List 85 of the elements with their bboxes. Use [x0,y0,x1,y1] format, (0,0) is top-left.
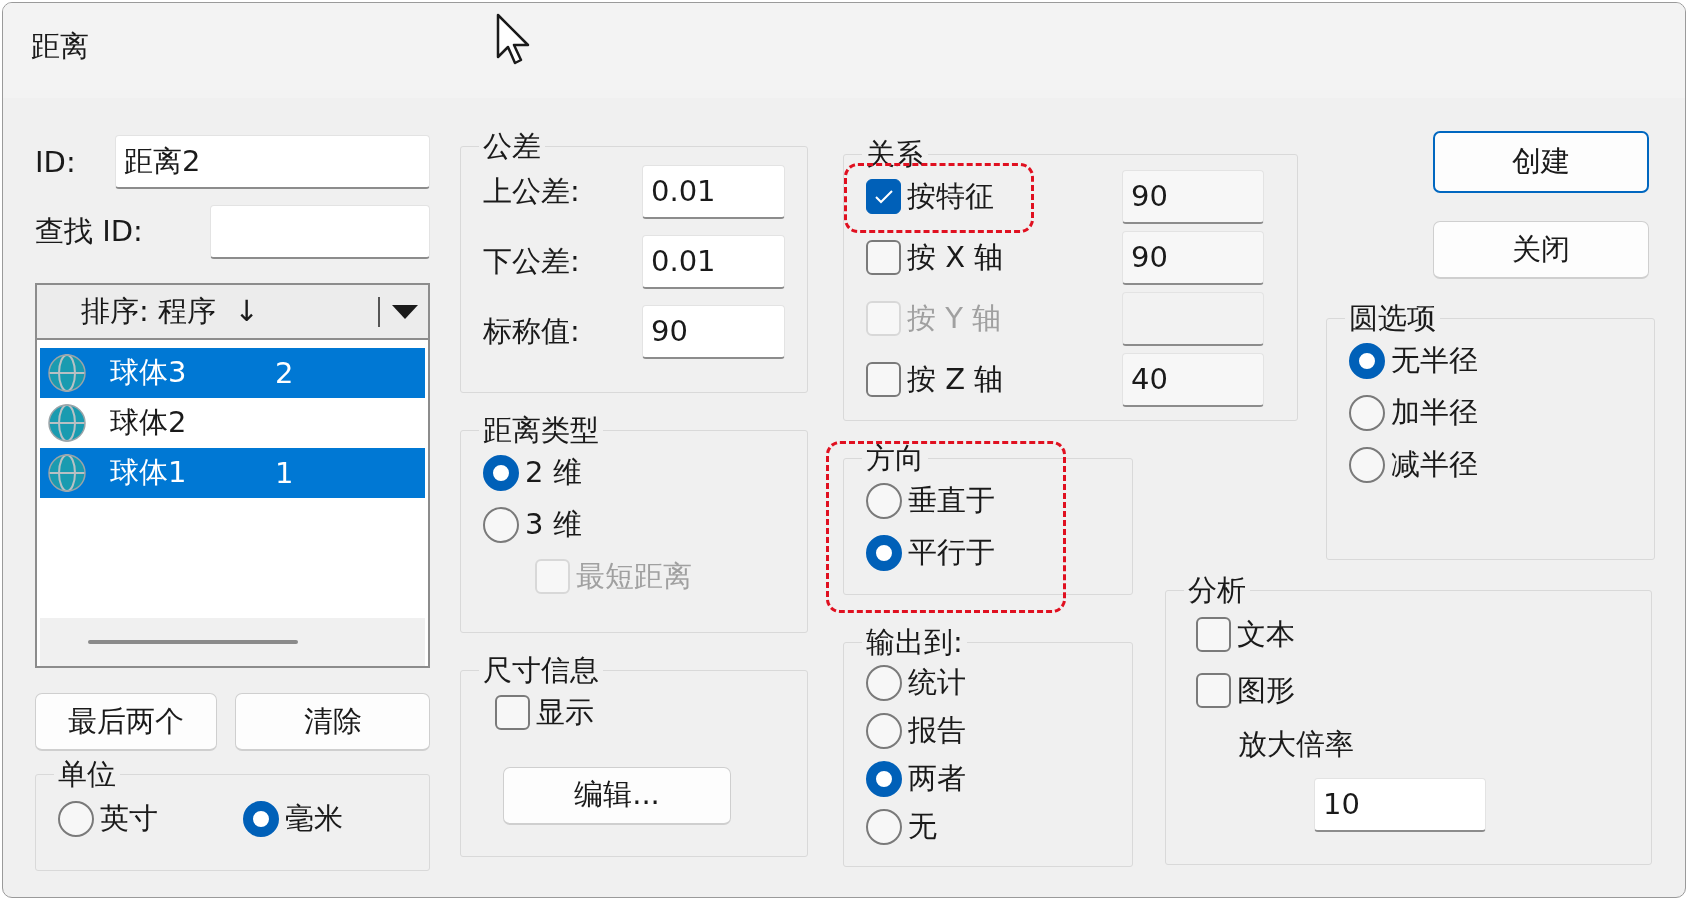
field-label: ID: [35,145,76,179]
group-title: 距离类型 [482,415,600,447]
field-label: 下公差: [483,242,580,280]
list-item[interactable]: 球体3 2 [40,348,425,398]
cursor-icon [496,13,532,67]
list-item[interactable]: 球体1 1 [40,448,425,498]
radio-button[interactable] [1349,394,1385,431]
value-field[interactable]: 90 [1122,169,1264,224]
caret-icon [392,304,418,319]
field-label: 上公差: [483,172,580,210]
radio-label: 报告 [908,711,966,749]
field-label: 查找 ID: [35,213,143,250]
checkbox[interactable] [1196,673,1231,709]
item-number: 2 [275,356,294,390]
item-name: 球体1 [110,454,188,491]
checkbox[interactable] [1196,617,1231,653]
checkbox-label: 最短距离 [576,557,692,595]
sphere-icon [46,352,88,394]
action-button[interactable]: 最后两个 [35,693,217,751]
radio-button[interactable] [866,760,902,797]
sort-header[interactable]: 排序: 程序 ↓ [37,285,428,340]
sphere-icon [46,402,88,444]
action-button[interactable]: 清除 [235,693,430,751]
find-id-field[interactable] [210,205,430,259]
value-field[interactable]: 40 [1122,352,1264,407]
group-title: 分析 [1187,575,1247,607]
checkbox-label: 按特征 [907,177,994,215]
dialog-button[interactable]: 关闭 [1433,221,1649,279]
radio-label: 2 维 [525,453,582,491]
group-title: 尺寸信息 [482,655,600,687]
group-title: 方向 [865,443,925,475]
radio-button[interactable] [866,712,902,749]
radio-button[interactable] [483,454,519,491]
scroll-thumb[interactable] [88,640,298,644]
checkbox-label: 按 Y 轴 [907,299,1002,337]
item-name: 球体2 [110,404,188,441]
value-field[interactable]: 10 [1314,777,1486,832]
radio-label: 无 [908,807,937,845]
radio-label: 平行于 [908,533,995,571]
radio-button[interactable] [866,482,902,519]
radio-label: 3 维 [525,505,582,543]
field-label: 放大倍率 [1238,725,1354,763]
radio-button[interactable] [1349,342,1385,379]
radio-label: 英寸 [100,799,158,837]
group-title: 公差 [482,131,542,163]
radio-label: 两者 [908,759,966,797]
edit-button[interactable]: 编辑... [503,766,731,825]
dialog-button[interactable]: 创建 [1433,131,1649,193]
scrollbar[interactable] [40,618,425,666]
checkbox-label: 文本 [1237,615,1295,653]
value-field[interactable]: 90 [642,304,785,359]
radio-label: 无半径 [1391,341,1478,379]
checkbox[interactable] [866,362,901,398]
radio-button[interactable] [483,506,519,543]
group-title: 圆选项 [1348,303,1437,335]
radio-button[interactable] [58,800,94,837]
item-number: 1 [275,456,294,490]
radio-button[interactable] [866,808,902,845]
id-field[interactable]: 距离2 [115,135,430,189]
check-icon [873,188,894,205]
group-title: 输出到: [865,627,964,659]
checkbox-label: 图形 [1237,671,1295,709]
group-title: 单位 [57,759,117,791]
checkbox-label: 按 X 轴 [907,238,1004,276]
checkbox[interactable] [866,179,901,215]
radio-button[interactable] [866,534,902,571]
radio-button[interactable] [1349,446,1385,483]
item-name: 球体3 [110,354,188,391]
checkbox[interactable] [495,695,530,731]
radio-label: 毫米 [285,799,343,837]
radio-label: 加半径 [1391,393,1478,431]
value-field[interactable]: 0.01 [642,164,785,219]
radio-button[interactable] [866,664,902,701]
field-label: 标称值: [483,312,580,350]
radio-button[interactable] [243,800,279,837]
value-field[interactable]: 0.01 [642,234,785,289]
sphere-icon [46,452,88,494]
value-field[interactable]: 90 [1122,230,1264,285]
checkbox-label: 按 Z 轴 [907,360,1004,398]
radio-label: 统计 [908,663,966,701]
checkbox[interactable] [866,240,901,276]
checkbox-label: 显示 [536,693,594,731]
radio-label: 垂直于 [908,481,995,519]
radio-label: 减半径 [1391,445,1478,483]
window-title: 距离 [31,27,89,65]
